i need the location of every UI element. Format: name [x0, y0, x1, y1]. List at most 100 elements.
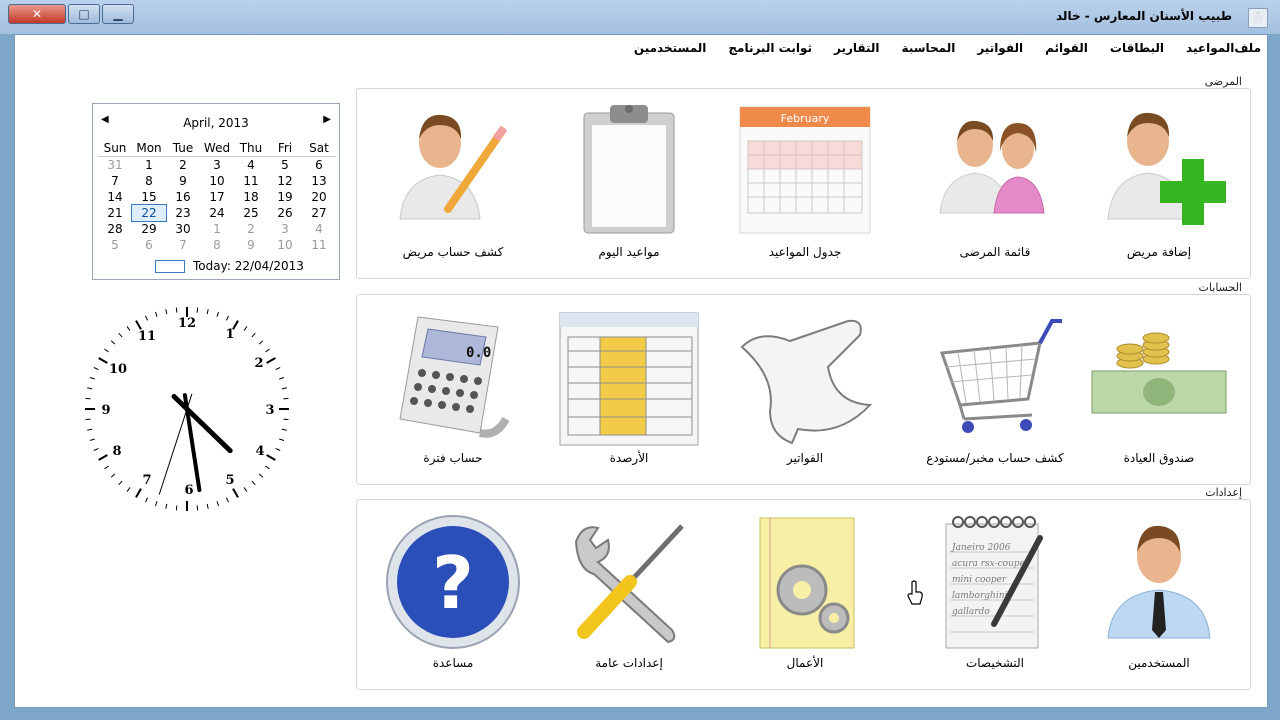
calendar-day[interactable]: 16	[166, 189, 200, 205]
calendar-day[interactable]: 5	[98, 237, 132, 253]
patients-list-button[interactable]: قائمة المرضى	[910, 101, 1080, 259]
menu-accounting[interactable]: المحاسبة	[902, 41, 956, 55]
gears-notepad-icon	[759, 517, 855, 649]
calendar-day[interactable]: 8	[132, 173, 166, 189]
calendar-day[interactable]: 17	[200, 189, 234, 205]
menu-program-constants[interactable]: ثوابت البرنامج	[728, 41, 812, 55]
calendar-day[interactable]: 11	[234, 173, 268, 189]
calendar-day[interactable]: 4	[302, 221, 336, 237]
procedures-button[interactable]: الأعمال	[720, 512, 890, 670]
calendar-day[interactable]: 9	[234, 237, 268, 253]
clock-number: 5	[225, 473, 234, 488]
period-account-button[interactable]: 0.0 حساب فترة	[368, 307, 538, 465]
calendar-week-row: 31 1 2 3 4 5 6	[98, 157, 336, 174]
calendar-icon: February	[739, 106, 871, 234]
scroll-icon	[740, 319, 873, 445]
tools-icon	[574, 524, 684, 644]
menu-users[interactable]: المستخدمين	[634, 41, 706, 55]
today-appointments-button[interactable]: مواعيد اليوم	[544, 101, 714, 259]
calendar-day[interactable]: 31	[98, 157, 132, 174]
calendar-day[interactable]: 26	[268, 205, 302, 221]
clock-tick	[85, 397, 91, 400]
clinic-cashbox-button[interactable]: صندوق العيادة	[1074, 307, 1244, 465]
users-button[interactable]: المستخدمين	[1074, 512, 1244, 670]
lab-statement-button[interactable]: كشف حساب مخبر/مستودع	[910, 307, 1080, 465]
calendar-day[interactable]: 18	[234, 189, 268, 205]
calendar-day[interactable]: 5	[268, 157, 302, 174]
period-account-label: حساب فترة	[423, 451, 483, 465]
calendar-day[interactable]: 6	[132, 237, 166, 253]
calendar-day[interactable]: 19	[268, 189, 302, 205]
weekday-label: Thu	[234, 140, 268, 157]
svg-text:?: ?	[432, 541, 474, 625]
menu-cards[interactable]: البطاقات	[1110, 41, 1164, 55]
clock-tick	[283, 418, 289, 421]
add-patient-button[interactable]: إضافة مريض	[1074, 101, 1244, 259]
calendar-day[interactable]: 14	[98, 189, 132, 205]
calendar-day[interactable]: 23	[166, 205, 200, 221]
title-bar[interactable]: ✕ □ ▁ طبيب الأسنان المعارس - خالد 🦷	[0, 0, 1280, 34]
calendar-day[interactable]: 10	[268, 237, 302, 253]
calendar-day[interactable]: 9	[166, 173, 200, 189]
calendar-day[interactable]: 20	[302, 189, 336, 205]
calendar-day[interactable]: 11	[302, 237, 336, 253]
menu-invoices[interactable]: الفواتير	[977, 41, 1023, 55]
diagnoses-button[interactable]: Janeiro 2006 acura rsx-coupe mini cooper…	[910, 512, 1080, 670]
calendar-weekday-row: Sun Mon Tue Wed Thu Fri Sat	[98, 140, 336, 157]
calendar-day[interactable]: 1	[200, 221, 234, 237]
clinic-cashbox-label: صندوق العيادة	[1123, 451, 1195, 465]
calendar-day[interactable]: 10	[200, 173, 234, 189]
weekday-label: Sat	[302, 140, 336, 157]
clock-number: 4	[255, 444, 264, 459]
calendar-day[interactable]: 3	[268, 221, 302, 237]
calendar-day[interactable]: 8	[200, 237, 234, 253]
calendar-day[interactable]: 2	[166, 157, 200, 174]
money-icon	[1091, 332, 1227, 414]
calendar-today[interactable]: Today: 22/04/2013	[155, 259, 304, 273]
menu-appointments[interactable]: المواعيد	[1186, 41, 1234, 55]
menu-lists[interactable]: القوائم	[1045, 41, 1088, 55]
calendar-day[interactable]: 25	[234, 205, 268, 221]
minimize-button[interactable]: ▁	[102, 4, 134, 24]
calendar-day[interactable]: 3	[200, 157, 234, 174]
calendar-day[interactable]: 28	[98, 221, 132, 237]
app-tooth-icon[interactable]: 🦷	[1248, 8, 1268, 28]
invoices-button[interactable]: الفواتير	[720, 307, 890, 465]
general-settings-label: إعدادات عامة	[595, 656, 663, 670]
calendar-day[interactable]: 24	[200, 205, 234, 221]
help-button[interactable]: ? مساعدة	[368, 512, 538, 670]
calculator-icon: 0.0	[399, 316, 510, 438]
calendar-next-arrow-icon[interactable]: ▶	[323, 114, 331, 125]
calendar-day[interactable]: 27	[302, 205, 336, 221]
menu-reports[interactable]: التقارير	[834, 41, 880, 55]
calendar-day[interactable]: 12	[268, 173, 302, 189]
calendar-day[interactable]: 1	[132, 157, 166, 174]
calendar-day[interactable]: 6	[302, 157, 336, 174]
calendar-day[interactable]: 29	[132, 221, 166, 237]
patient-statement-button[interactable]: كشف حساب مريض	[368, 101, 538, 259]
balances-button[interactable]: الأرصدة	[544, 307, 714, 465]
clock-number: 1	[225, 327, 234, 342]
calendar-day[interactable]: 2	[234, 221, 268, 237]
general-settings-button[interactable]: إعدادات عامة	[544, 512, 714, 670]
calendar-day[interactable]: 21	[98, 205, 132, 221]
clock-number: 8	[112, 444, 121, 459]
appointments-schedule-button[interactable]: February جدول المواعيد	[720, 101, 890, 259]
maximize-button[interactable]: □	[68, 4, 100, 24]
clock-number: 7	[142, 473, 151, 488]
month-calendar[interactable]: ◀ April, 2013 ▶ Sun Mon Tue Wed Thu Fri …	[92, 103, 340, 280]
calendar-day[interactable]: 7	[98, 173, 132, 189]
patients-list-label: قائمة المرضى	[959, 245, 1031, 259]
close-button[interactable]: ✕	[8, 4, 66, 24]
menu-file[interactable]: ملف	[1234, 41, 1261, 55]
clock-number: 10	[109, 362, 127, 377]
calendar-day-selected[interactable]: 22	[131, 204, 167, 222]
calendar-day[interactable]: 4	[234, 157, 268, 174]
calendar-day[interactable]: 13	[302, 173, 336, 189]
calendar-day[interactable]: 30	[166, 221, 200, 237]
calendar-day[interactable]: 7	[166, 237, 200, 253]
calendar-week-row: 21 22 23 24 25 26 27	[98, 204, 336, 222]
calendar-today-label: Today: 22/04/2013	[193, 259, 304, 273]
calendar-day[interactable]: 15	[132, 189, 166, 205]
calendar-month-label: April, 2013	[183, 116, 249, 130]
